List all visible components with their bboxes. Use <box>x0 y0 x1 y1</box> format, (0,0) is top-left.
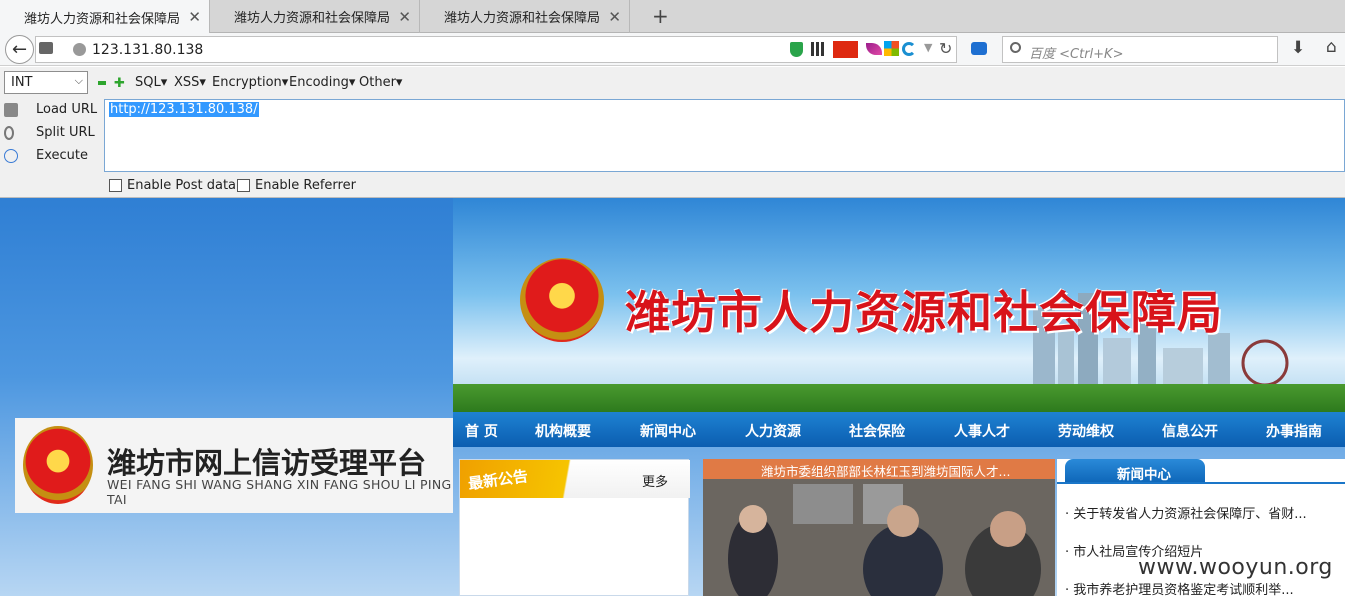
plus-icon[interactable]: ✚ <box>114 76 125 91</box>
download-icon[interactable]: ⬇ <box>1291 38 1305 58</box>
execute-button[interactable]: Execute <box>4 148 88 163</box>
tab-title: 潍坊人力资源和社会保障局 <box>24 11 181 27</box>
qr-icon[interactable] <box>811 42 825 56</box>
site-nav: 首 页 机构概要 新闻中心 人力资源 社会保险 人事人才 劳动维权 信息公开 办… <box>453 412 1345 447</box>
search-icon <box>1010 42 1021 53</box>
tab-1[interactable]: 潍坊人力资源和社会保障局 ✕ <box>0 0 210 34</box>
checkbox-icon <box>237 179 250 192</box>
news-photo[interactable]: 潍坊市委组织部部长林红玉到潍坊国际人才... <box>703 459 1055 596</box>
enable-referrer-checkbox[interactable]: Enable Referrer <box>237 178 356 193</box>
nav-hr[interactable]: 人力资源 <box>745 421 801 441</box>
chevron-down-icon: ⌵ <box>74 74 83 87</box>
news-item[interactable]: · 关于转发省人力资源社会保障厅、省财... <box>1065 503 1307 522</box>
nav-toolbar: 123.131.80.138 ▼ ↻ ← 百度 <Ctrl+K> ⬇ ⌂ <box>0 33 1345 66</box>
load-icon <box>4 102 18 117</box>
grass-strip <box>453 384 1345 412</box>
menu-encryption[interactable]: Encryption▾ <box>212 75 288 90</box>
nav-news[interactable]: 新闻中心 <box>640 421 696 441</box>
checkbox-icon <box>109 179 122 192</box>
menu-xss[interactable]: XSS▾ <box>174 75 206 90</box>
scissors-icon <box>4 125 14 140</box>
tab-3[interactable]: 潍坊人力资源和社会保障局 ✕ <box>420 0 630 33</box>
site-title: 潍坊市人力资源和社会保障局 <box>625 286 1224 339</box>
menu-sql[interactable]: SQL▾ <box>135 75 167 90</box>
notice-panel: 最新公告 更多 <box>459 459 690 596</box>
load-url-button[interactable]: Load URL <box>4 102 97 117</box>
menu-encoding[interactable]: Encoding▾ <box>289 75 355 90</box>
platform-card[interactable]: 潍坊市网上信访受理平台 WEI FANG SHI WANG SHANG XIN … <box>15 418 453 513</box>
tab-2[interactable]: 潍坊人力资源和社会保障局 ✕ <box>210 0 420 33</box>
url-textarea-value: http://123.131.80.138/ <box>109 102 259 117</box>
news-tab-label: 新闻中心 <box>1117 467 1171 483</box>
nav-labor[interactable]: 劳动维权 <box>1058 421 1114 441</box>
hackbar: INT ⌵ ✚ SQL▾ XSS▾ Encryption▾ Encoding▾ … <box>0 67 1345 198</box>
enable-post-label: Enable Post data <box>127 178 237 193</box>
wave-icon[interactable] <box>902 42 916 56</box>
flag-icon[interactable] <box>833 41 858 58</box>
close-icon[interactable]: ✕ <box>608 8 621 26</box>
new-tab-button[interactable]: + <box>652 4 669 28</box>
shield-icon[interactable] <box>790 42 803 57</box>
back-arrow-icon: ← <box>11 39 28 60</box>
feather-icon[interactable] <box>866 43 882 55</box>
platform-title: 潍坊市网上信访受理平台 <box>107 446 427 480</box>
nav-insurance[interactable]: 社会保险 <box>849 421 905 441</box>
enable-post-checkbox[interactable]: Enable Post data <box>109 178 236 193</box>
nav-home[interactable]: 首 页 <box>465 421 498 441</box>
url-bar[interactable]: 123.131.80.138 ▼ ↻ <box>35 36 957 63</box>
url-text[interactable]: 123.131.80.138 <box>92 42 203 58</box>
dropdown-icon[interactable]: ▼ <box>924 41 932 54</box>
site-banner: 潍坊市人力资源和社会保障局 <box>453 198 1345 412</box>
tab-bar: 潍坊人力资源和社会保障局 ✕ 潍坊人力资源和社会保障局 ✕ 潍坊人力资源和社会保… <box>0 0 1345 34</box>
search-placeholder: 百度 <Ctrl+K> <box>1029 47 1124 62</box>
home-icon[interactable]: ⌂ <box>1326 37 1337 57</box>
split-url-button[interactable]: Split URL <box>4 125 95 140</box>
reload-icon[interactable]: ↻ <box>939 39 952 58</box>
enable-referrer-label: Enable Referrer <box>255 178 356 193</box>
back-button[interactable]: ← <box>5 35 34 64</box>
minus-icon[interactable] <box>98 81 106 85</box>
tab-title: 潍坊人力资源和社会保障局 <box>234 11 391 26</box>
notice-header: 最新公告 更多 <box>460 460 690 498</box>
close-icon[interactable]: ✕ <box>188 8 201 26</box>
more-link[interactable]: 更多 <box>642 471 668 490</box>
split-url-label: Split URL <box>36 125 95 140</box>
nav-disclosure[interactable]: 信息公开 <box>1162 421 1218 441</box>
tab-title: 潍坊人力资源和社会保障局 <box>444 11 601 26</box>
national-emblem-icon <box>520 258 604 342</box>
search-input[interactable]: 百度 <Ctrl+K> <box>1002 36 1278 63</box>
play-icon <box>4 148 18 163</box>
news-divider <box>1057 482 1345 484</box>
extension-icon[interactable] <box>971 42 987 55</box>
news-tab[interactable]: 新闻中心 <box>1065 459 1205 483</box>
load-url-label: Load URL <box>36 102 98 117</box>
globe-icon <box>73 43 86 56</box>
nav-guide[interactable]: 办事指南 <box>1266 421 1322 441</box>
menu-other[interactable]: Other▾ <box>359 75 402 90</box>
type-select-value: INT <box>11 75 33 90</box>
web-page: 潍坊市人力资源和社会保障局 首 页 机构概要 新闻中心 人力资源 社会保险 人事… <box>0 198 1345 596</box>
type-select[interactable]: INT ⌵ <box>4 71 88 94</box>
nav-overview[interactable]: 机构概要 <box>535 421 591 441</box>
news-item[interactable]: · 我市养老护理员资格鉴定考试顺利举... <box>1065 579 1294 596</box>
url-textarea[interactable]: http://123.131.80.138/ <box>104 99 1345 172</box>
close-icon[interactable]: ✕ <box>398 8 411 26</box>
national-emblem-icon <box>23 426 93 504</box>
nav-talent[interactable]: 人事人才 <box>954 421 1010 441</box>
watermark: www.wooyun.org <box>1138 555 1333 580</box>
platform-subtitle: WEI FANG SHI WANG SHANG XIN FANG SHOU LI… <box>107 477 452 507</box>
bookmarks-icon[interactable] <box>39 42 53 54</box>
execute-label: Execute <box>36 148 88 163</box>
windows-icon[interactable] <box>884 41 899 56</box>
photo-caption[interactable]: 潍坊市委组织部部长林红玉到潍坊国际人才... <box>703 459 1055 479</box>
